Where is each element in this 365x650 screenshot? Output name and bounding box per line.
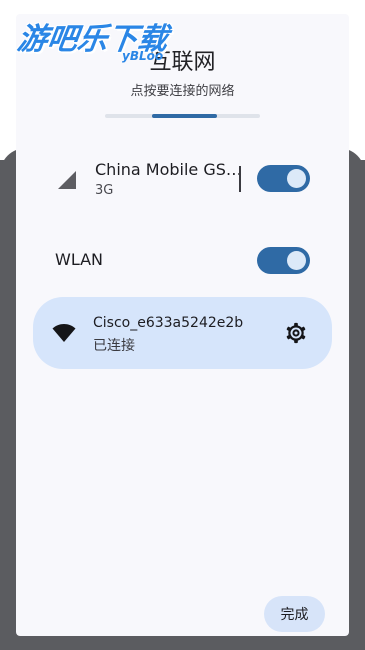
toggle-knob [287,251,306,270]
mobile-network-type: 3G [95,183,114,198]
scan-progress-fill [152,114,217,118]
scan-progress-bar [105,114,260,118]
wifi-icon [52,324,76,342]
wlan-toggle[interactable] [257,247,310,274]
wlan-row[interactable]: WLAN [40,238,330,284]
mobile-network-row[interactable]: China Mobile GS… 3G [40,150,330,210]
row-divider [239,166,241,192]
wifi-status: 已连接 [93,338,135,354]
mobile-network-name: China Mobile GS… [95,160,242,179]
done-button[interactable]: 完成 [264,596,325,632]
wlan-label: WLAN [55,250,104,269]
page-subtitle: 点按要连接的网络 [130,84,235,99]
toggle-knob [287,169,306,188]
watermark-logo: 游吧乐下载 yBLoo [15,14,188,70]
mobile-data-toggle[interactable] [257,165,310,192]
signal-icon [58,171,76,189]
wifi-ssid: Cisco_e633a5242e2b [93,315,244,331]
gear-icon[interactable] [285,322,307,344]
watermark-subtext: yBLoo [122,49,164,63]
wifi-network-item[interactable]: Cisco_e633a5242e2b 已连接 [33,297,332,369]
